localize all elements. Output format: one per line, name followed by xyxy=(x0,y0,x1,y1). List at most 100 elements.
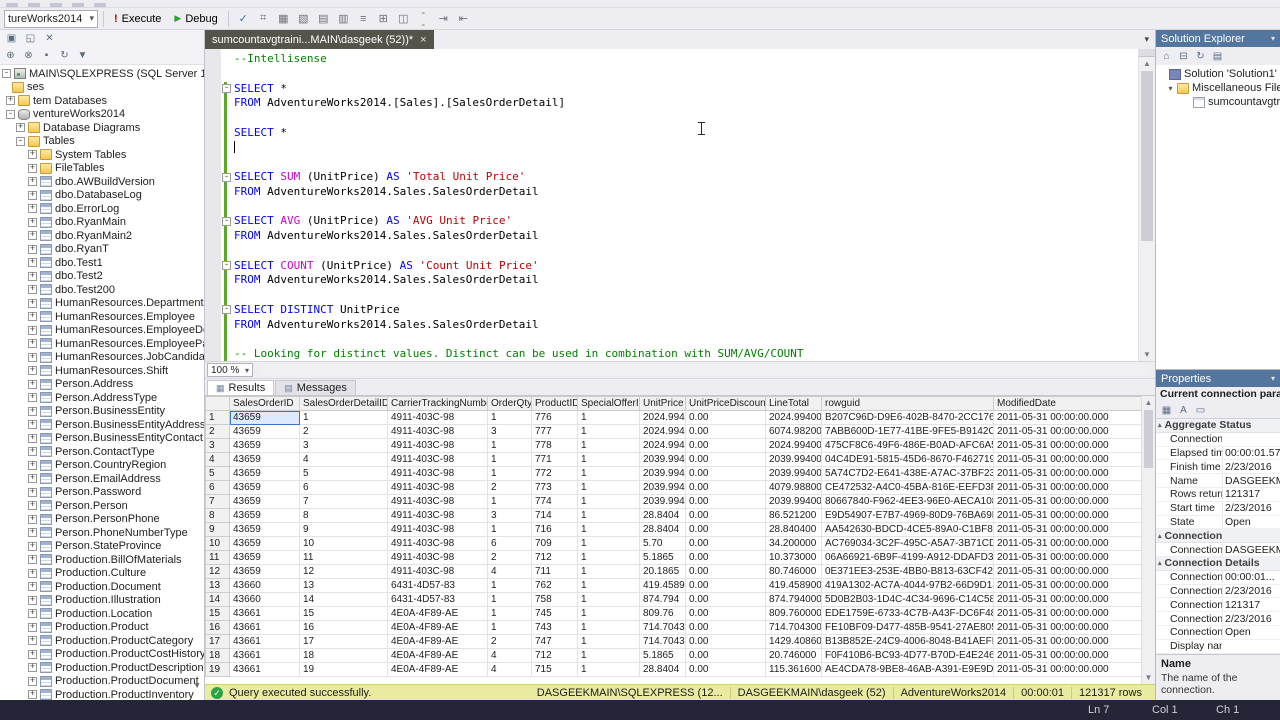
code-line[interactable] xyxy=(205,200,1138,215)
grid-cell[interactable]: 0.00 xyxy=(685,466,766,481)
object-explorer-item[interactable]: + Production.Document xyxy=(0,580,204,594)
scrollbar-thumb[interactable] xyxy=(1144,410,1153,468)
section-collapse-icon[interactable]: ▴ xyxy=(1158,532,1162,540)
expand-icon[interactable]: + xyxy=(28,568,37,578)
object-explorer-item[interactable]: + Person.CountryRegion xyxy=(0,459,204,473)
grid-cell[interactable]: 3 xyxy=(299,438,388,453)
grid-cell[interactable]: 1 xyxy=(577,494,640,509)
expand-icon[interactable]: + xyxy=(28,609,37,619)
include-client-statistics-icon[interactable]: ▥ xyxy=(334,9,353,28)
debug-button[interactable]: ▶ Debug xyxy=(169,9,222,29)
grid-cell[interactable]: 5.1865 xyxy=(639,648,686,663)
grid-cell[interactable]: B207C96D-D9E6-402B-8470-2CC176C42283 xyxy=(821,410,994,425)
grid-cell[interactable]: 1 xyxy=(577,634,640,649)
grid-cell[interactable]: 758 xyxy=(531,592,578,607)
grid-cell[interactable]: 419.4589 xyxy=(639,578,686,593)
grid-row-number[interactable]: 1 xyxy=(205,410,230,425)
grid-cell[interactable]: 43661 xyxy=(229,662,300,677)
grid-cell[interactable]: 43659 xyxy=(229,522,300,537)
grid-row[interactable]: 7 43659 7 4911-403C-98 1 774 1 2039.994 0.00 2039… xyxy=(205,494,1142,509)
results-to-grid-icon[interactable]: ⊞ xyxy=(374,9,393,28)
grid-cell[interactable]: 2039.994 xyxy=(639,466,686,481)
grid-cell[interactable]: 714 xyxy=(531,508,578,523)
grid-cell[interactable]: 4911-403C-98 xyxy=(387,494,488,509)
scroll-down-icon[interactable]: ▼ xyxy=(1142,673,1155,682)
expand-icon[interactable]: + xyxy=(28,366,37,376)
expand-icon[interactable]: + xyxy=(28,447,37,457)
grid-cell[interactable]: 4911-403C-98 xyxy=(387,466,488,481)
grid-row-number[interactable]: 10 xyxy=(205,536,230,551)
grid-cell[interactable]: 4911-403C-98 xyxy=(387,410,488,425)
grid-cell[interactable]: 2011-05-31 00:00:00.000 xyxy=(993,522,1142,537)
expand-icon[interactable]: + xyxy=(28,177,37,187)
grid-row[interactable]: 17 43661 17 4E0A-4F89-AE 2 747 1 714.7043 0.00 14… xyxy=(205,634,1142,649)
expand-icon[interactable]: + xyxy=(28,433,37,443)
grid-cell[interactable]: 772 xyxy=(531,466,578,481)
grid-row[interactable]: 13 43660 13 6431-4D57-83 1 762 1 419.4589 0.00 41… xyxy=(205,578,1142,593)
object-explorer-item[interactable]: + Person.PersonPhone xyxy=(0,513,204,527)
grid-row-number[interactable]: 6 xyxy=(205,480,230,495)
code-line[interactable]: -- Looking for distinct values. Distinct… xyxy=(205,347,1138,361)
close-panel-icon[interactable]: ✕ xyxy=(42,31,57,45)
grid-cell[interactable]: E9D54907-E7B7-4969-80D9-76BA69F8A836 xyxy=(821,508,994,523)
grid-cell[interactable]: 43659 xyxy=(229,452,300,467)
grid-cell[interactable]: 4E0A-4F89-AE xyxy=(387,606,488,621)
editor-hscrollbar[interactable] xyxy=(259,364,1147,376)
grid-cell[interactable]: 0.00 xyxy=(685,606,766,621)
grid-cell[interactable]: 776 xyxy=(531,410,578,425)
stop-icon[interactable]: ▪ xyxy=(39,48,54,62)
code-line[interactable]: --Intellisense xyxy=(205,52,1138,67)
grid-cell[interactable]: 28.8404 xyxy=(639,522,686,537)
expand-icon[interactable]: + xyxy=(28,352,37,362)
grid-row-number[interactable]: 14 xyxy=(205,592,230,607)
grid-cell[interactable]: 9 xyxy=(299,522,388,537)
grid-cell[interactable]: 777 xyxy=(531,424,578,439)
indent-icon[interactable]: ⇥ xyxy=(434,9,453,28)
grid-cell[interactable]: 1 xyxy=(577,466,640,481)
object-explorer-item[interactable]: + Person.ContactType xyxy=(0,445,204,459)
outdent-icon[interactable]: ⇤ xyxy=(454,9,473,28)
expand-icon[interactable]: + xyxy=(28,676,37,686)
grid-cell[interactable]: 1 xyxy=(577,578,640,593)
property-row[interactable]: Start time 2/23/2016 xyxy=(1156,502,1280,516)
grid-cell[interactable]: 0.00 xyxy=(685,634,766,649)
grid-cell[interactable]: 1 xyxy=(577,508,640,523)
solution-explorer-title-bar[interactable]: Solution Explorer ▾ xyxy=(1156,30,1280,47)
grid-cell[interactable]: 2011-05-31 00:00:00.000 xyxy=(993,410,1142,425)
home-icon[interactable]: ⌂ xyxy=(1159,49,1174,63)
grid-cell[interactable]: 716 xyxy=(531,522,578,537)
grid-cell[interactable]: FE10BF09-D477-485B-9541-27AE8053A6D4 xyxy=(821,620,994,635)
property-row[interactable]: Connection finish2/23/2016 xyxy=(1156,584,1280,599)
expand-icon[interactable]: + xyxy=(28,244,37,254)
grid-cell[interactable]: 2011-05-31 00:00:00.000 xyxy=(993,480,1142,495)
grid-cell[interactable]: 4911-403C-98 xyxy=(387,522,488,537)
grid-cell[interactable]: 2011-05-31 00:00:00.000 xyxy=(993,620,1142,635)
tab-list-dropdown-icon[interactable]: ▾ xyxy=(1138,30,1155,49)
include-actual-plan-icon[interactable]: ▤ xyxy=(314,9,333,28)
grid-cell[interactable]: 15 xyxy=(299,606,388,621)
grid-row[interactable]: 12 43659 12 4911-403C-98 4 711 1 20.1865 0.00 80.… xyxy=(205,564,1142,579)
expand-icon[interactable]: + xyxy=(28,541,37,551)
grid-cell[interactable]: 778 xyxy=(531,438,578,453)
grid-cell[interactable]: 43661 xyxy=(229,606,300,621)
expand-icon[interactable]: + xyxy=(28,460,37,470)
property-row[interactable]: Rows returned121317 xyxy=(1156,488,1280,502)
property-row[interactable]: Connection start2/23/2016 xyxy=(1156,612,1280,626)
grid-cell[interactable]: 10 xyxy=(299,536,388,551)
grid-cell[interactable]: 04C4DE91-5815-45D6-8670-F462719FBCE3 xyxy=(821,452,994,467)
expand-icon[interactable]: + xyxy=(28,622,37,632)
grid-row[interactable]: 4 43659 4 4911-403C-98 1 771 1 2039.994 0.00 2039… xyxy=(205,452,1142,467)
object-explorer-item[interactable]: + Person.EmailAddress xyxy=(0,472,204,486)
expand-icon[interactable]: + xyxy=(28,420,37,430)
results-to-text-icon[interactable]: ≡ xyxy=(354,9,373,28)
grid-cell[interactable]: 7ABB600D-1E77-41BE-9FE5-B9142CFC08FA xyxy=(821,424,994,439)
object-explorer-item[interactable]: + System Tables xyxy=(0,148,204,162)
grid-cell[interactable]: AA542630-BDCD-4CE5-89A0-C1BF82747725 xyxy=(821,522,994,537)
grid-row-number[interactable]: 17 xyxy=(205,634,230,649)
object-explorer-item[interactable]: + Person.Password xyxy=(0,486,204,500)
grid-cell[interactable]: 6 xyxy=(487,536,532,551)
grid-row[interactable]: 9 43659 9 4911-403C-98 1 716 1 28.8404 0.00 28.84… xyxy=(205,522,1142,537)
grid-cell[interactable]: 874.794 xyxy=(639,592,686,607)
code-line[interactable]: - SELECT DISTINCT UnitPrice xyxy=(205,303,1138,318)
grid-cell[interactable]: 419.458900 xyxy=(765,578,822,593)
